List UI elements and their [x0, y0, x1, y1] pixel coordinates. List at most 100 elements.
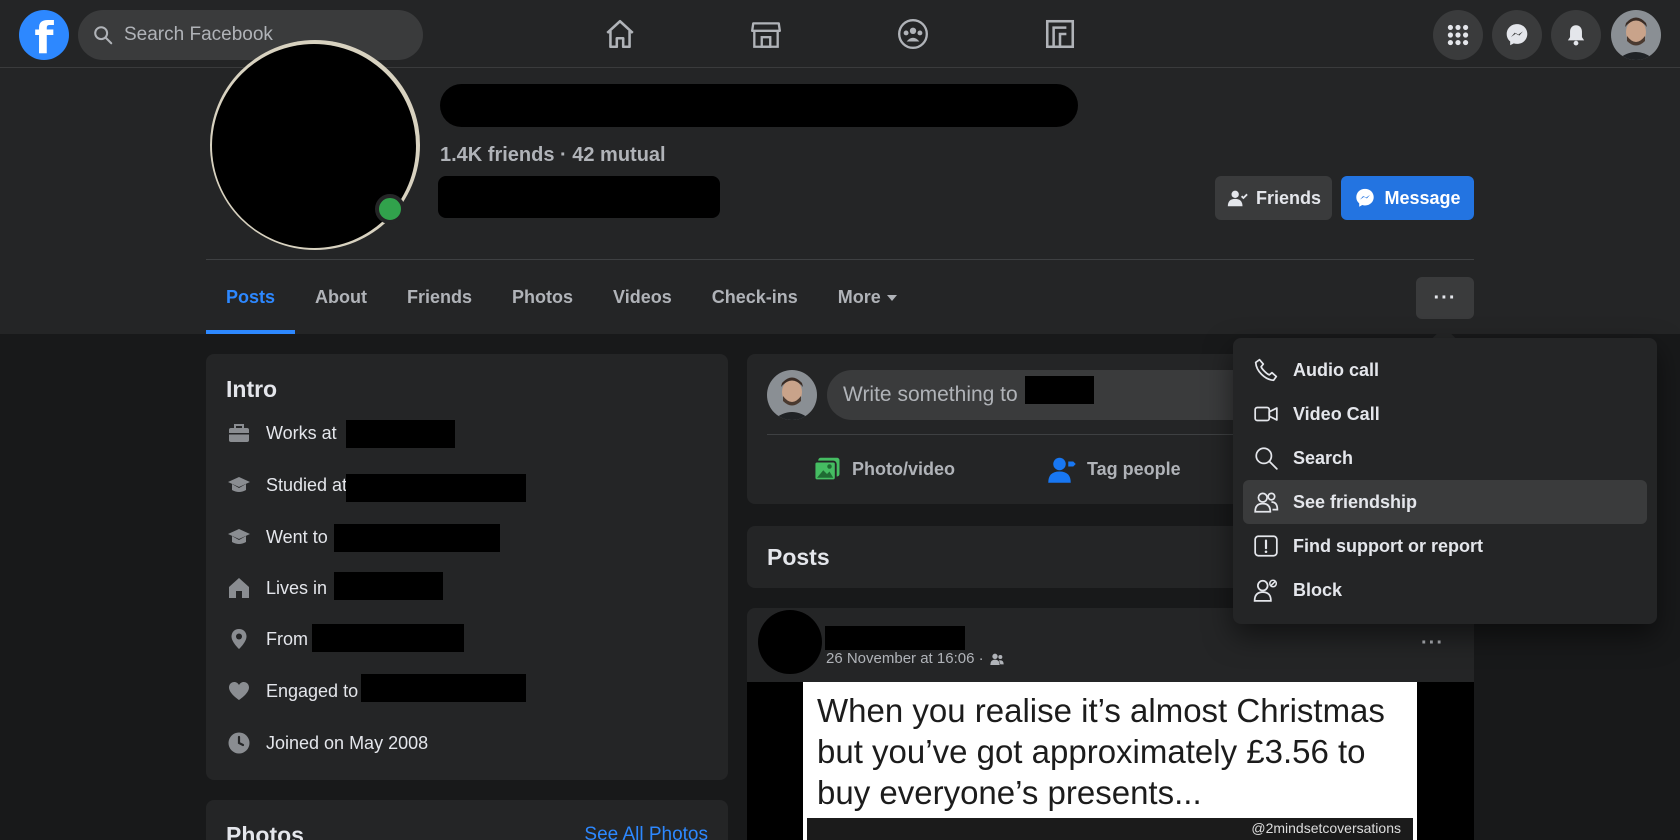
redacted-city [334, 572, 443, 600]
post-options-button[interactable]: ··· [1421, 632, 1444, 655]
video-camera-icon [1254, 406, 1278, 422]
location-pin-icon [226, 626, 252, 652]
intro-row-engaged: Engaged to [226, 676, 358, 706]
tag-people-button[interactable]: Tag people [1047, 449, 1181, 489]
facebook-logo[interactable]: f [19, 10, 69, 60]
profile-tabs: Posts About Friends Photos Videos Check-… [206, 262, 917, 334]
intro-row-joined: Joined on May 2008 [226, 728, 428, 758]
tab-check-ins[interactable]: Check-ins [692, 262, 818, 334]
menu-item-block[interactable]: Block [1243, 568, 1647, 612]
clock-icon [226, 730, 252, 756]
intro-lives-in-text: Lives in [266, 577, 328, 598]
tag-people-icon [1048, 457, 1076, 483]
photos-title: Photos [226, 822, 304, 840]
menu-grid-button[interactable] [1433, 10, 1483, 60]
gaming-icon[interactable] [1040, 14, 1080, 54]
menu-item-audio-call[interactable]: Audio call [1243, 348, 1647, 392]
intro-row-work: Works at [226, 418, 337, 448]
redacted-workplace [346, 420, 455, 448]
menu-item-label: Block [1293, 579, 1343, 600]
intro-from-text: From [266, 628, 308, 649]
mutual-friends-avatars-redacted [438, 176, 720, 218]
more-actions-button[interactable]: ··· [1416, 277, 1474, 319]
tab-friends[interactable]: Friends [387, 262, 492, 334]
online-status-indicator [375, 194, 405, 224]
intro-card: Intro Works at Studied at Went to Lives … [206, 354, 728, 780]
search-input[interactable]: Search Facebook [78, 10, 423, 60]
header-divider [206, 259, 1474, 260]
messenger-icon [1506, 24, 1528, 46]
intro-row-lives-in: Lives in [226, 573, 327, 603]
marketplace-icon[interactable] [746, 14, 786, 54]
intro-row-went-to: Went to [226, 522, 328, 552]
friends-count[interactable]: 1.4K friends · 42 mutual [440, 144, 666, 167]
heart-icon [226, 678, 252, 704]
tab-videos[interactable]: Videos [593, 262, 692, 334]
messenger-icon [1356, 188, 1375, 207]
tab-posts[interactable]: Posts [206, 262, 296, 334]
home-icon [226, 575, 252, 601]
profile-name-redacted [440, 84, 1078, 127]
friends-button-label: Friends [1255, 187, 1321, 208]
photo-icon [813, 457, 840, 482]
intro-joined-text: Joined on May 2008 [266, 732, 429, 753]
message-button[interactable]: Message [1341, 176, 1474, 220]
intro-studied-text: Studied at [266, 474, 348, 495]
tab-more[interactable]: More [818, 262, 917, 334]
menu-item-see-friendship[interactable]: See friendship [1243, 480, 1647, 524]
tab-about[interactable]: About [295, 262, 387, 334]
redacted-author-name [825, 626, 965, 650]
briefcase-icon [226, 420, 252, 446]
tag-people-label: Tag people [1087, 458, 1181, 479]
redacted-school-2 [334, 524, 500, 552]
notifications-button[interactable] [1551, 10, 1601, 60]
caret-down-icon [886, 295, 897, 302]
menu-item-search[interactable]: Search [1243, 436, 1647, 480]
post-author-avatar[interactable] [758, 610, 822, 674]
search-placeholder: Search Facebook [124, 24, 273, 45]
redacted-recipient-name [1025, 376, 1094, 404]
menu-grid-icon [1447, 24, 1469, 46]
intro-went-to-text: Went to [266, 526, 328, 547]
search-icon [1255, 447, 1278, 470]
menu-item-label: Audio call [1293, 359, 1380, 380]
menu-item-video-call[interactable]: Video Call [1243, 392, 1647, 436]
top-navigation-bar: f Search Facebook [0, 0, 1680, 68]
graduation-cap-icon [226, 472, 252, 498]
notifications-icon [1567, 25, 1585, 46]
post-card: 26 November at 16:06 · ··· When you real… [747, 608, 1474, 840]
home-icon[interactable] [600, 14, 640, 54]
account-avatar[interactable] [1611, 10, 1661, 60]
messenger-button[interactable] [1492, 10, 1542, 60]
photo-video-label: Photo/video [852, 458, 955, 479]
photo-video-button[interactable]: Photo/video [812, 449, 955, 489]
profile-actions-menu: Audio call Video Call Search See friends… [1233, 338, 1657, 624]
block-user-icon [1253, 579, 1278, 602]
groups-icon[interactable] [893, 14, 933, 54]
menu-item-label: See friendship [1293, 491, 1418, 512]
friends-button[interactable]: Friends [1215, 176, 1332, 220]
friend-check-icon [1227, 190, 1248, 207]
tab-more-label: More [837, 287, 881, 307]
phone-icon [1254, 358, 1278, 382]
tab-photos[interactable]: Photos [492, 262, 593, 334]
post-image[interactable]: When you realise it’s almost Christmas b… [747, 682, 1474, 840]
menu-item-label: Find support or report [1293, 535, 1483, 556]
menu-item-find-support[interactable]: Find support or report [1243, 524, 1647, 568]
intro-title: Intro [226, 376, 278, 402]
redacted-school [346, 474, 526, 502]
menu-item-label: Video Call [1293, 403, 1380, 424]
redacted-partner [361, 674, 526, 702]
friends-icon [1254, 492, 1279, 513]
see-all-photos-link[interactable]: See All Photos [584, 824, 708, 840]
menu-item-label: Search [1293, 447, 1354, 468]
intro-row-studied: Studied at [226, 470, 347, 500]
meme-image: When you realise it’s almost Christmas b… [803, 682, 1417, 840]
redacted-hometown [312, 624, 464, 652]
post-timestamp-text: 26 November at 16:06 · [826, 650, 984, 667]
post-timestamp[interactable]: 26 November at 16:06 · [826, 650, 1005, 667]
intro-row-from: From [226, 624, 308, 654]
search-icon [94, 26, 113, 45]
posts-heading: Posts [767, 544, 830, 570]
photos-card: Photos See All Photos [206, 800, 728, 840]
